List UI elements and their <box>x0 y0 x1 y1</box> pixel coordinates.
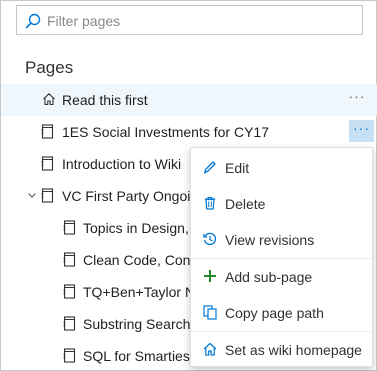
chevron-down-icon[interactable] <box>26 189 38 201</box>
page-context-menu: Edit Delete View revisions Add sub-page … <box>190 147 373 367</box>
search-icon <box>25 13 41 29</box>
tree-item-label: Topics in Design, ... <box>83 220 190 236</box>
tree-item-label: Introduction to Wiki <box>62 156 182 172</box>
page-icon <box>63 316 76 331</box>
tree-item-label: 1ES Social Investments for CY17 <box>62 124 269 140</box>
page-icon <box>63 252 76 267</box>
tree-item-1es-social-investments[interactable]: 1ES Social Investments for CY17 ··· <box>1 116 377 148</box>
page-icon <box>41 188 54 203</box>
menu-item-copy-page-path[interactable]: Copy page path <box>191 295 372 329</box>
menu-item-label: Set as wiki homepage <box>225 342 362 358</box>
page-icon <box>41 156 54 171</box>
menu-item-add-sub-page[interactable]: Add sub-page <box>191 259 372 293</box>
tree-item-read-this-first[interactable]: Read this first ··· <box>1 84 377 116</box>
menu-item-label: Add sub-page <box>225 269 313 285</box>
tree-item-label: VC First Party Ongoin <box>62 188 190 204</box>
wiki-pages-panel: Pages Read this first ··· 1ES Social Inv… <box>0 0 377 371</box>
menu-item-view-revisions[interactable]: View revisions <box>191 222 372 256</box>
plus-icon <box>204 270 216 282</box>
filter-pages-search[interactable] <box>16 5 363 35</box>
more-options-button[interactable]: ··· <box>349 120 374 142</box>
home-icon <box>203 342 217 356</box>
pages-heading: Pages <box>25 58 74 77</box>
menu-item-label: Edit <box>225 160 250 176</box>
menu-item-delete[interactable]: Delete <box>191 186 372 220</box>
history-icon <box>203 232 217 246</box>
menu-item-set-as-wiki-homepage[interactable]: Set as wiki homepage <box>191 332 372 366</box>
search-input[interactable] <box>47 10 347 32</box>
page-icon <box>63 284 76 299</box>
page-icon <box>41 124 54 139</box>
menu-item-label: View revisions <box>225 232 315 248</box>
menu-item-label: Copy page path <box>225 305 324 321</box>
copy-icon <box>203 305 217 320</box>
more-options-button[interactable]: ··· <box>346 88 368 110</box>
pencil-icon <box>203 161 216 174</box>
page-icon <box>63 348 76 363</box>
trash-icon <box>204 196 216 210</box>
tree-item-label: SQL for Smarties, <box>83 348 190 364</box>
menu-item-label: Delete <box>225 196 266 212</box>
home-icon <box>43 93 55 106</box>
tree-item-label: TQ+Ben+Taylor N <box>83 284 190 300</box>
menu-item-edit[interactable]: Edit <box>191 150 372 184</box>
tree-item-label: Substring Search, <box>83 316 190 332</box>
tree-item-label: Read this first <box>62 92 148 108</box>
tree-item-label: Clean Code, Cong <box>83 252 190 268</box>
page-icon <box>63 220 76 235</box>
